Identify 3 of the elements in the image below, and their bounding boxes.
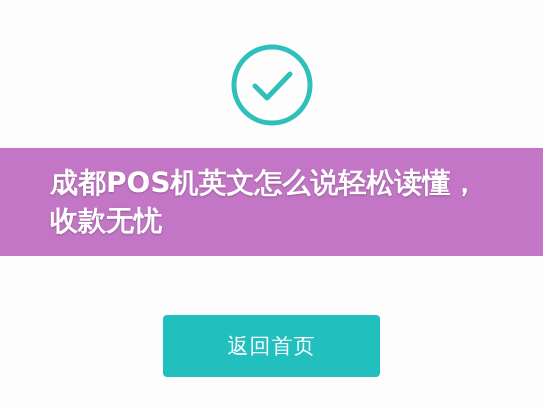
banner-title: 成都POS机英文怎么说轻松读懂，收款无忧 [50,165,480,239]
success-check-icon [230,44,312,126]
home-button[interactable]: 返回首页 [163,315,380,377]
